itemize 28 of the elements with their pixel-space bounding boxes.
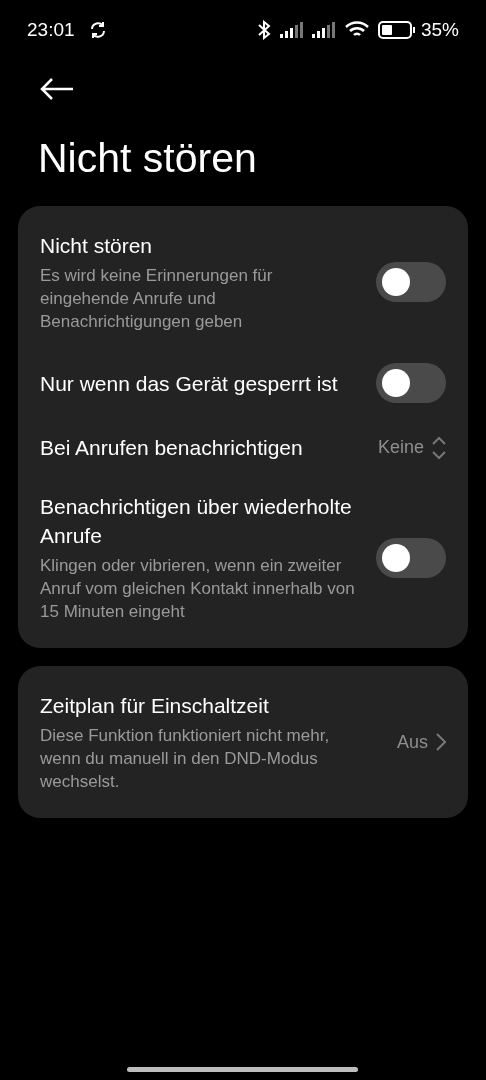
up-down-chevron-icon (432, 435, 446, 460)
battery-percent: 35% (420, 17, 459, 42)
toggle-switch[interactable] (376, 363, 446, 403)
signal-icon (311, 22, 336, 38)
setting-value: Aus (396, 730, 428, 754)
setting-title: Bei Anrufen benachrichtigen (40, 435, 304, 461)
setting-description: Es wird keine Erinnerungen für eingehende Anrufe und Benachrichtigungen geben (40, 265, 274, 333)
sync-icon (88, 21, 107, 39)
toggle-switch[interactable] (376, 262, 446, 302)
setting-title: Zeitplan für Einschaltzeit (40, 693, 270, 719)
settings-row[interactable]: Nicht stören Es wird keine Erinnerungen für eingehende Anrufe und Benachrichtigungen geben (18, 216, 468, 348)
status-time: 23:01 (27, 17, 75, 42)
settings-row[interactable]: Benachrichtigen über wiederholte Anrufe Klingen oder vibrieren, wenn ein zweiter Anruf vom gleichen Kontakt innerhalb von 15 Minuten eingeht (18, 477, 468, 638)
setting-description: Klingen oder vibrieren, wenn ein zweiter Anruf vom gleichen Kontakt innerhalb von 15 Minuten eingeht (40, 555, 356, 623)
battery-icon (377, 20, 416, 40)
signal-icon (279, 22, 304, 38)
setting-value: Keine (377, 436, 424, 459)
back-arrow-icon[interactable] (40, 78, 74, 100)
setting-title: Nicht stören (40, 233, 154, 259)
chevron-right-icon (436, 733, 446, 751)
settings-row[interactable]: Bei Anrufen benachrichtigen Keine (18, 418, 468, 477)
toggle-switch[interactable] (376, 537, 446, 578)
setting-title: Benachrichtigen über wiederholte Anrufe (40, 494, 353, 549)
page-title: Nicht stören (37, 134, 258, 182)
settings-row[interactable]: Zeitplan für Einschaltzeit Diese Funktion funktioniert nicht mehr, wenn du manuell in den DND-Modus wechselst. Aus (18, 676, 468, 808)
setting-title: Nur wenn das Gerät gesperrt ist (40, 370, 339, 397)
settings-row[interactable]: Nur wenn das Gerät gesperrt ist (18, 348, 468, 418)
setting-description: Diese Funktion funktioniert nicht mehr, wenn du manuell in den DND-Modus wechselst. (40, 725, 331, 793)
